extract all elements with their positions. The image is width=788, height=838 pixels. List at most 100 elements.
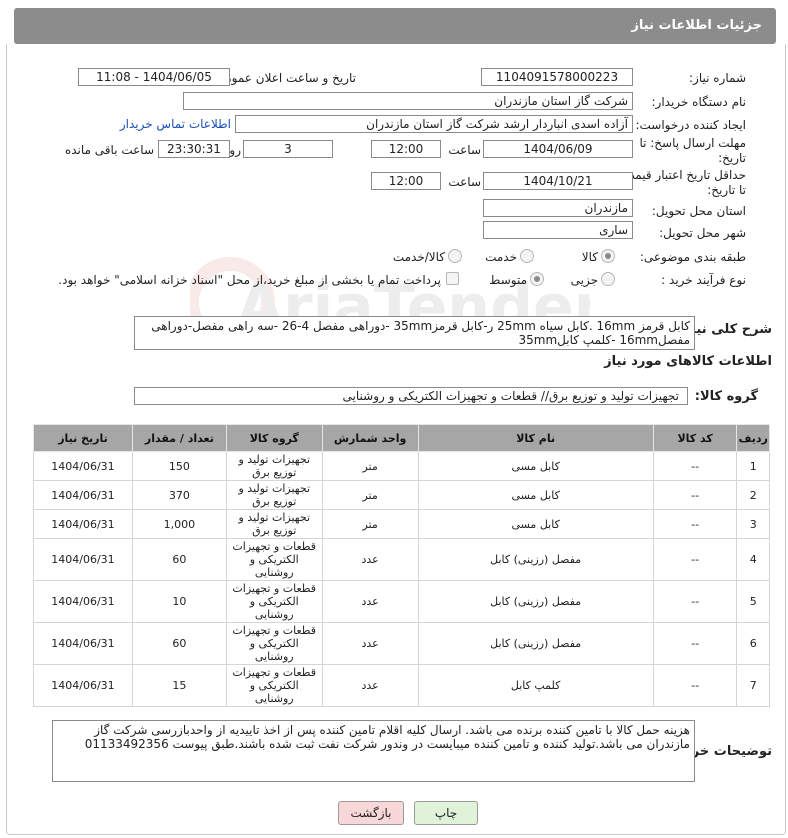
cell-name: کابل مسی bbox=[417, 451, 654, 481]
buyer-contact-link[interactable]: اطلاعات تماس خریدار bbox=[120, 117, 231, 131]
cell-date: 1404/06/31 bbox=[33, 480, 133, 510]
category-service-radio[interactable] bbox=[520, 249, 534, 263]
cell-group: تجهیزات تولید و توزیع برق bbox=[225, 451, 323, 481]
delivery-province-field: مازندران bbox=[483, 199, 633, 217]
table-row[interactable]: 6 -- مفصل (رزینی) کابل عدد قطعات و تجهیز… bbox=[33, 622, 770, 665]
col-code-header: کد کالا bbox=[652, 424, 738, 452]
price-validity-time-label: ساعت bbox=[448, 175, 481, 189]
need-number-field: 1104091578000223 bbox=[481, 68, 633, 86]
buyer-notes-textarea[interactable]: هزینه حمل کالا با تامین کننده برنده می ب… bbox=[52, 720, 695, 782]
goods-section-title: اطلاعات کالاهای مورد نیاز bbox=[604, 354, 772, 369]
cell-code: -- bbox=[652, 664, 738, 707]
category-goods-service-label: کالا/خدمت bbox=[392, 250, 445, 264]
table-row[interactable]: 1 -- کابل مسی متر تجهیزات تولید و توزیع … bbox=[33, 451, 770, 481]
cell-qty: 150 bbox=[131, 451, 227, 481]
cell-date: 1404/06/31 bbox=[33, 580, 133, 623]
page-title: جزئیات اطلاعات نیاز bbox=[631, 18, 762, 33]
table-row[interactable]: 7 -- کلمپ کابل عدد قطعات و تجهیزات الکتر… bbox=[33, 664, 770, 707]
buyer-org-field: شرکت گاز استان مازندران bbox=[183, 92, 633, 110]
cell-code: -- bbox=[652, 509, 738, 539]
table-row[interactable]: 5 -- مفصل (رزینی) کابل عدد قطعات و تجهیز… bbox=[33, 580, 770, 623]
cell-unit: متر bbox=[321, 509, 419, 539]
treasury-payment-note: پرداخت تمام یا بخشی از مبلغ خرید،از محل … bbox=[58, 273, 441, 287]
deadline-time-field: 12:00 bbox=[371, 140, 441, 158]
cell-name: مفصل (رزینی) کابل bbox=[417, 580, 654, 623]
table-row[interactable]: 4 -- مفصل (رزینی) کابل عدد قطعات و تجهیز… bbox=[33, 538, 770, 581]
treasury-payment-checkbox[interactable] bbox=[446, 272, 459, 285]
cell-row: 6 bbox=[736, 622, 770, 665]
cell-name: مفصل (رزینی) کابل bbox=[417, 538, 654, 581]
cell-unit: عدد bbox=[321, 664, 419, 707]
price-validity-date-field: 1404/10/21 bbox=[483, 172, 633, 190]
deadline-days-field: 3 bbox=[243, 140, 333, 158]
cell-code: -- bbox=[652, 480, 738, 510]
cell-row: 1 bbox=[736, 451, 770, 481]
category-service-label: خدمت bbox=[485, 250, 517, 264]
requester-field: آزاده اسدی انباردار ارشد شرکت گاز استان … bbox=[235, 115, 633, 133]
cell-name: کلمپ کابل bbox=[417, 664, 654, 707]
purchase-minor-label: جزیی bbox=[570, 273, 598, 287]
goods-group-field: تجهیزات تولید و توزیع برق// قطعات و تجهی… bbox=[134, 387, 688, 405]
back-button[interactable]: بازگشت bbox=[338, 801, 404, 825]
cell-unit: عدد bbox=[321, 538, 419, 581]
cell-code: -- bbox=[652, 538, 738, 581]
cell-unit: متر bbox=[321, 480, 419, 510]
need-number-label: شماره نیاز: bbox=[689, 71, 746, 85]
cell-code: -- bbox=[652, 622, 738, 665]
purchase-medium-radio[interactable] bbox=[530, 272, 544, 286]
cell-qty: 1,000 bbox=[131, 509, 227, 539]
delivery-city-field: ساری bbox=[483, 221, 633, 239]
table-header-row: ردیف کد کالا نام کالا واحد شمارش گروه کا… bbox=[33, 424, 770, 452]
cell-qty: 60 bbox=[131, 538, 227, 581]
delivery-province-label: استان محل تحویل: bbox=[651, 204, 746, 218]
cell-code: -- bbox=[652, 580, 738, 623]
cell-name: مفصل (رزینی) کابل bbox=[417, 622, 654, 665]
table-row[interactable]: 3 -- کابل مسی متر تجهیزات تولید و توزیع … bbox=[33, 509, 770, 539]
cell-group: قطعات و تجهیزات الکتریکی و روشنایی bbox=[225, 538, 323, 581]
cell-row: 4 bbox=[736, 538, 770, 581]
cell-group: قطعات و تجهیزات الکتریکی و روشنایی bbox=[225, 664, 323, 707]
purchase-medium-label: متوسط bbox=[489, 273, 527, 287]
cell-qty: 10 bbox=[131, 580, 227, 623]
deadline-time-label: ساعت bbox=[448, 143, 481, 157]
col-unit-header: واحد شمارش bbox=[321, 424, 419, 452]
cell-unit: عدد bbox=[321, 580, 419, 623]
cell-date: 1404/06/31 bbox=[33, 538, 133, 581]
need-summary-textarea[interactable]: کابل قرمز 16mm .کابل سیاه 25mm ر-کابل قر… bbox=[134, 316, 695, 350]
cell-qty: 370 bbox=[131, 480, 227, 510]
cell-row: 2 bbox=[736, 480, 770, 510]
cell-qty: 60 bbox=[131, 622, 227, 665]
deadline-label-line2: تاریخ: bbox=[718, 151, 746, 165]
cell-row: 7 bbox=[736, 664, 770, 707]
table-row[interactable]: 2 -- کابل مسی متر تجهیزات تولید و توزیع … bbox=[33, 480, 770, 510]
cell-code: -- bbox=[652, 451, 738, 481]
col-name-header: نام کالا bbox=[417, 424, 654, 452]
cell-unit: عدد bbox=[321, 622, 419, 665]
purchase-type-label: نوع فرآیند خرید : bbox=[661, 273, 746, 287]
cell-group: قطعات و تجهیزات الکتریکی و روشنایی bbox=[225, 622, 323, 665]
category-goods-radio[interactable] bbox=[601, 249, 615, 263]
category-goods-service-radio[interactable] bbox=[448, 249, 462, 263]
cell-date: 1404/06/31 bbox=[33, 664, 133, 707]
announce-datetime-field: 1404/06/05 - 11:08 bbox=[78, 68, 230, 86]
cell-date: 1404/06/31 bbox=[33, 509, 133, 539]
cell-unit: متر bbox=[321, 451, 419, 481]
buyer-org-label: نام دستگاه خریدار: bbox=[651, 95, 747, 109]
cell-group: قطعات و تجهیزات الکتریکی و روشنایی bbox=[225, 580, 323, 623]
cell-qty: 15 bbox=[131, 664, 227, 707]
category-label: طبقه بندی موضوعی: bbox=[639, 250, 746, 264]
col-qty-header: تعداد / مقدار bbox=[131, 424, 227, 452]
cell-name: کابل مسی bbox=[417, 480, 654, 510]
cell-name: کابل مسی bbox=[417, 509, 654, 539]
cell-date: 1404/06/31 bbox=[33, 622, 133, 665]
print-button[interactable]: چاپ bbox=[414, 801, 478, 825]
remaining-time-field: 23:30:31 bbox=[158, 140, 230, 158]
col-group-header: گروه کالا bbox=[225, 424, 323, 452]
cell-group: تجهیزات تولید و توزیع برق bbox=[225, 480, 323, 510]
items-table: ردیف کد کالا نام کالا واحد شمارش گروه کا… bbox=[33, 424, 770, 707]
purchase-minor-radio[interactable] bbox=[601, 272, 615, 286]
deadline-label: مهلت ارسال پاسخ: تا bbox=[639, 136, 746, 150]
goods-group-label: گروه کالا: bbox=[694, 389, 758, 404]
col-date-header: تاریخ نیاز bbox=[33, 424, 133, 452]
page-header: جزئیات اطلاعات نیاز bbox=[14, 8, 776, 44]
